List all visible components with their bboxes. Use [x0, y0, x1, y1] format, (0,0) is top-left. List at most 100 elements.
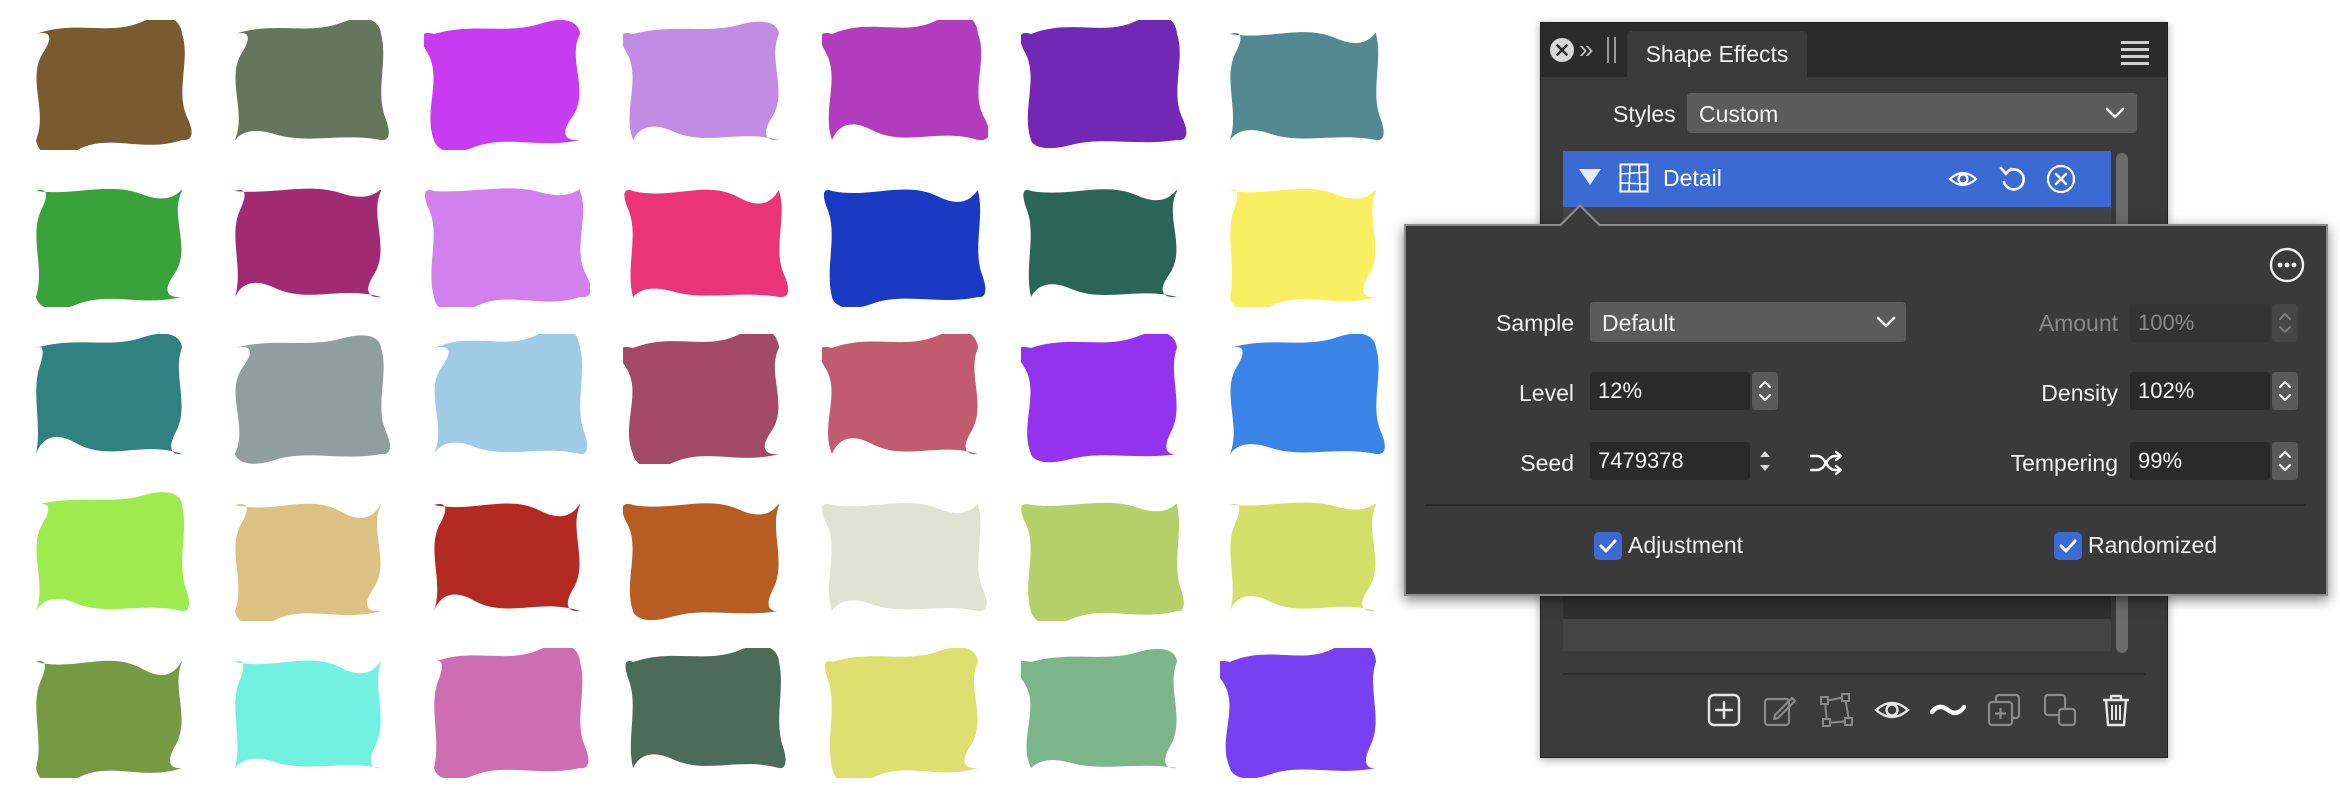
wavy-shape[interactable] [26, 491, 192, 621]
wavy-shape[interactable] [822, 20, 988, 150]
wavy-shape[interactable] [1220, 177, 1386, 307]
seed-field[interactable]: 7479378 [1590, 442, 1750, 480]
amount-label: Amount [2038, 310, 2118, 336]
shape-fill [822, 334, 978, 455]
wavy-shape[interactable] [623, 20, 789, 150]
wavy-shape[interactable] [1220, 20, 1386, 150]
shape-fill [623, 21, 779, 141]
tempering-field[interactable]: 99% [2130, 442, 2270, 480]
wavy-shape[interactable] [424, 334, 590, 464]
wavy-shape[interactable] [822, 334, 988, 464]
disclosure-triangle-icon[interactable] [1579, 169, 1601, 185]
shape-fill [1021, 502, 1184, 621]
remove-icon[interactable] [2045, 163, 2077, 195]
wavy-shape[interactable] [1021, 648, 1187, 778]
wavy-shape[interactable] [623, 177, 789, 307]
wavy-shape[interactable] [1021, 20, 1187, 150]
shape-fill [424, 20, 580, 150]
wavy-shape[interactable] [1220, 334, 1386, 464]
effect-name: Detail [1663, 165, 1722, 191]
randomized-checkbox[interactable] [2054, 532, 2082, 560]
wavy-shape[interactable] [26, 177, 192, 307]
level-stepper[interactable] [1752, 372, 1778, 410]
grip-handle[interactable] [1605, 37, 1619, 63]
eye-icon[interactable] [1873, 691, 1911, 729]
wavy-shape[interactable] [225, 648, 391, 778]
density-field[interactable]: 102% [2130, 372, 2270, 410]
double-chevron-icon[interactable]: » [1579, 35, 1601, 63]
wavy-shape[interactable] [26, 648, 192, 778]
density-label: Density [2041, 380, 2118, 406]
wavy-shape[interactable] [225, 177, 391, 307]
copy-to-shape-icon[interactable] [2041, 691, 2079, 729]
wavy-shape[interactable] [225, 491, 391, 621]
shape-fill [1021, 334, 1177, 463]
adjustment-checkbox[interactable] [1594, 532, 1622, 560]
shape-fill [1230, 188, 1376, 307]
chevron-down-icon [2105, 107, 2125, 119]
shape-fill [36, 20, 192, 150]
shape-fill [36, 188, 182, 307]
adjustment-label[interactable]: Adjustment [1628, 532, 1743, 559]
shape-fill [36, 660, 182, 778]
trash-icon[interactable] [2097, 691, 2135, 729]
shape-fill [1021, 20, 1187, 149]
density-stepper[interactable] [2272, 372, 2298, 410]
wavy-shape[interactable] [822, 648, 988, 778]
shape-fill [235, 335, 391, 464]
wavy-shape[interactable] [26, 334, 192, 464]
texture-thumbnail-icon [1619, 163, 1649, 193]
shape-fill [434, 334, 588, 455]
duplicate-icon[interactable] [1985, 691, 2023, 729]
wavy-shape[interactable] [424, 648, 590, 778]
tempering-label: Tempering [2010, 450, 2118, 476]
wavy-shape[interactable] [424, 20, 590, 150]
wavy-shape[interactable] [225, 334, 391, 464]
styles-dropdown[interactable]: Custom [1687, 93, 2137, 133]
wavy-shape[interactable] [1021, 491, 1187, 621]
wavy-shape[interactable] [1220, 491, 1386, 621]
shapes-canvas [0, 0, 1420, 802]
close-icon[interactable] [1549, 37, 1575, 63]
edit-icon[interactable] [1761, 691, 1799, 729]
wavy-shape[interactable] [822, 491, 988, 621]
tab-shape-effects[interactable]: Shape Effects [1627, 31, 1807, 77]
wavy-shape[interactable] [424, 177, 590, 307]
shape-fill [822, 503, 987, 612]
wavy-shape[interactable] [822, 177, 988, 307]
more-options-icon[interactable] [2268, 246, 2306, 284]
wavy-shape[interactable] [623, 334, 789, 464]
styles-label: Styles [1613, 101, 1676, 127]
level-field[interactable]: 12% [1590, 372, 1750, 410]
wavy-shape[interactable] [424, 491, 590, 621]
sample-dropdown[interactable]: Default [1590, 302, 1906, 342]
wavy-shape[interactable] [26, 20, 192, 150]
shuffle-icon[interactable] [1808, 448, 1844, 478]
divider [1563, 673, 2145, 675]
wavy-shape[interactable] [1021, 177, 1187, 307]
shape-fill [235, 660, 381, 769]
randomized-label[interactable]: Randomized [2088, 532, 2217, 559]
shape-fill [1021, 648, 1177, 769]
seed-stepper[interactable] [1752, 442, 1778, 480]
styles-value: Custom [1699, 101, 1779, 127]
wave-icon[interactable] [1929, 691, 1967, 729]
reset-icon[interactable] [1997, 163, 2029, 195]
wavy-shape[interactable] [623, 648, 789, 778]
add-effect-icon[interactable] [1705, 691, 1743, 729]
wavy-shape[interactable] [1021, 334, 1187, 464]
wavy-shape[interactable] [1220, 648, 1386, 778]
effect-row-detail[interactable]: Detail [1563, 151, 2111, 207]
shape-fill [434, 503, 580, 612]
node-icon[interactable] [1817, 691, 1855, 729]
shape-fill [424, 188, 590, 307]
tempering-stepper[interactable] [2272, 442, 2298, 480]
wavy-shape[interactable] [623, 491, 789, 621]
wavy-shape[interactable] [225, 20, 391, 150]
chevron-down-icon [1876, 316, 1896, 328]
popover-arrow-fill [1560, 207, 1600, 227]
eye-icon[interactable] [1947, 163, 1979, 195]
amount-field: 100% [2130, 304, 2270, 342]
shape-fill [235, 503, 381, 621]
hamburger-menu-icon[interactable] [2121, 39, 2149, 65]
